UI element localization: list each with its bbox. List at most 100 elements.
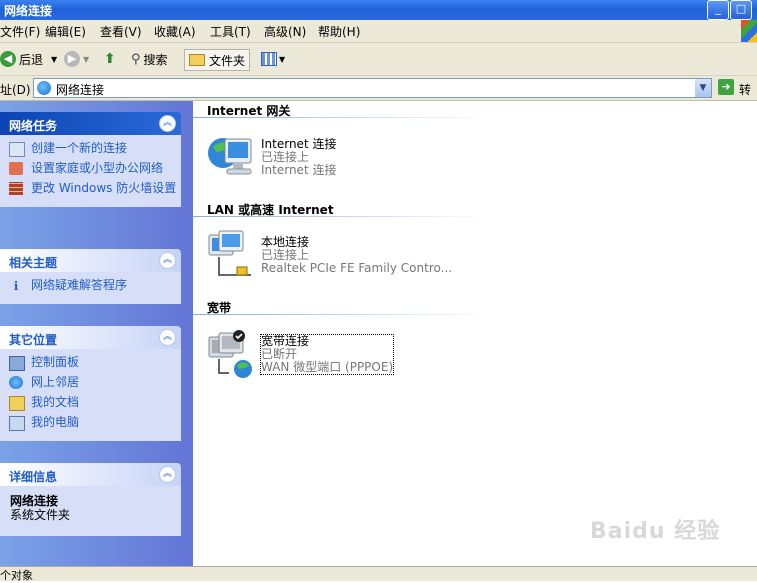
network-tasks-title: 网络任务: [9, 119, 58, 133]
network-tasks-panel: 网络任务 ︽ 创建一个新的连接 设置家庭或小型办公网络 更改 Windows 防…: [0, 112, 181, 207]
back-arrow-icon: ◀: [0, 51, 16, 67]
network-places-link[interactable]: 网上邻居: [0, 375, 181, 390]
address-label: 址(D): [0, 83, 31, 97]
title-bar: 网络连接 _ □: [0, 0, 757, 20]
forward-dropdown-icon[interactable]: ▼: [83, 55, 89, 64]
details-panel: 详细信息 ︽ 网络连接 系统文件夹: [0, 463, 181, 536]
views-dropdown-icon: ▼: [279, 54, 286, 64]
related-topics-header[interactable]: 相关主题 ︽: [0, 249, 181, 272]
status-bar: 个对象: [0, 566, 757, 582]
group-divider: [193, 216, 493, 217]
new-connection-icon: [9, 142, 25, 157]
address-dropdown-icon[interactable]: ▼: [695, 79, 711, 97]
details-header[interactable]: 详细信息 ︽: [0, 463, 181, 486]
menu-tools[interactable]: 工具(T): [210, 23, 251, 40]
back-label: 后退: [19, 52, 44, 67]
home-network-label: 设置家庭或小型办公网络: [31, 161, 164, 175]
content-pane: Internet 网关 Internet 连接 已连接上 Internet 连接…: [193, 101, 757, 566]
other-places-header[interactable]: 其它位置 ︽: [0, 326, 181, 349]
my-documents-link[interactable]: 我的文档: [0, 395, 181, 411]
other-places-title: 其它位置: [9, 333, 58, 347]
my-documents-icon: [9, 396, 25, 411]
related-topics-title: 相关主题: [9, 256, 58, 270]
back-dropdown-icon[interactable]: ▼: [51, 55, 57, 64]
home-network-icon: [9, 162, 23, 175]
go-arrow-icon[interactable]: ➔: [718, 79, 734, 95]
menu-view[interactable]: 查看(V): [100, 23, 142, 40]
forward-button[interactable]: ▶ ▼: [64, 49, 89, 69]
my-computer-link[interactable]: 我的电脑: [0, 415, 181, 431]
menu-help[interactable]: 帮助(H): [318, 23, 360, 40]
troubleshooter-link[interactable]: ℹ 网络疑难解答程序: [0, 278, 181, 293]
collapse-chevron-icon[interactable]: ︽: [159, 466, 176, 483]
group-divider: [193, 314, 493, 315]
status-text: 个对象: [0, 569, 33, 582]
address-value: 网络连接: [56, 83, 105, 97]
menu-favorites[interactable]: 收藏(A): [154, 23, 196, 40]
my-computer-icon: [9, 416, 25, 431]
other-places-panel: 其它位置 ︽ 控制面板 网上邻居 我的文档 我的电脑: [0, 326, 181, 441]
network-places-icon: [9, 376, 23, 389]
search-button[interactable]: ⚲ 搜索: [131, 49, 168, 69]
create-connection-link[interactable]: 创建一个新的连接: [0, 141, 181, 157]
folders-label: 文件夹: [209, 53, 246, 68]
control-panel-label: 控制面板: [31, 355, 80, 369]
details-name: 网络连接: [10, 494, 59, 508]
connection-device: Realtek PCIe FE Family Contro...: [261, 261, 453, 275]
lan-connection-icon[interactable]: [207, 229, 255, 281]
firewall-settings-label: 更改 Windows 防火墙设置: [31, 181, 177, 195]
network-connections-icon: [37, 81, 51, 95]
internet-connection-item[interactable]: Internet 连接 已连接上 Internet 连接: [261, 138, 336, 177]
other-places-body: 控制面板 网上邻居 我的文档 我的电脑: [0, 349, 181, 441]
firewall-icon: [9, 182, 23, 195]
menu-file[interactable]: 文件(F): [0, 23, 40, 40]
back-button[interactable]: ◀ 后退 ▼: [0, 49, 57, 69]
folder-up-icon: ⬆: [104, 51, 116, 67]
toolbar: ◀ 后退 ▼ ▶ ▼ ⬆ ⚲ 搜索 文件夹 ▼: [0, 43, 757, 76]
views-icon: [261, 52, 277, 66]
window-title: 网络连接: [4, 4, 53, 18]
broadband-connection-icon[interactable]: [207, 329, 255, 381]
address-input[interactable]: 网络连接 ▼: [33, 78, 712, 98]
related-topics-panel: 相关主题 ︽ ℹ 网络疑难解答程序: [0, 249, 181, 304]
forward-arrow-icon: ▶: [64, 51, 80, 67]
collapse-chevron-icon[interactable]: ︽: [159, 115, 176, 132]
windows-logo-icon: [741, 20, 757, 42]
create-connection-label: 创建一个新的连接: [31, 141, 128, 155]
search-label: 搜索: [143, 52, 168, 67]
up-button[interactable]: ⬆: [104, 49, 116, 69]
info-icon: ℹ: [13, 279, 19, 293]
search-icon: ⚲: [131, 51, 141, 67]
network-places-label: 网上邻居: [31, 375, 80, 389]
folder-icon: [189, 54, 205, 66]
menu-advanced[interactable]: 高级(N): [264, 23, 306, 40]
my-computer-label: 我的电脑: [31, 415, 80, 429]
views-button[interactable]: ▼: [261, 49, 285, 69]
details-body: 网络连接 系统文件夹: [0, 486, 181, 536]
network-tasks-body: 创建一个新的连接 设置家庭或小型办公网络 更改 Windows 防火墙设置: [0, 135, 181, 207]
broadband-connection-item[interactable]: 宽带连接 已断开 WAN 微型端口 (PPPOE): [259, 334, 395, 375]
related-topics-body: ℹ 网络疑难解答程序: [0, 272, 181, 304]
group-divider: [193, 117, 493, 118]
local-connection-item[interactable]: 本地连接 已连接上 Realtek PCIe FE Family Contro.…: [261, 236, 452, 275]
control-panel-icon: [9, 356, 25, 371]
menu-edit[interactable]: 编辑(E): [45, 23, 86, 40]
network-tasks-header[interactable]: 网络任务 ︽: [0, 112, 181, 135]
details-type: 系统文件夹: [10, 508, 71, 522]
collapse-chevron-icon[interactable]: ︽: [159, 329, 176, 346]
watermark: Baidu 经验: [590, 519, 721, 544]
folders-button[interactable]: 文件夹: [184, 49, 251, 71]
home-network-link[interactable]: 设置家庭或小型办公网络: [0, 161, 181, 176]
collapse-chevron-icon[interactable]: ︽: [159, 252, 176, 269]
minimize-button[interactable]: _: [707, 0, 729, 20]
control-panel-link[interactable]: 控制面板: [0, 355, 181, 371]
maximize-button[interactable]: □: [730, 0, 752, 20]
troubleshooter-label: 网络疑难解答程序: [31, 278, 128, 292]
internet-gateway-icon[interactable]: [207, 131, 255, 181]
my-documents-label: 我的文档: [31, 395, 80, 409]
menu-bar: 文件(F) 编辑(E) 查看(V) 收藏(A) 工具(T) 高级(N) 帮助(H…: [0, 20, 757, 43]
details-title: 详细信息: [9, 470, 58, 484]
address-bar: 址(D) 网络连接 ▼ ➔ 转到: [0, 76, 757, 114]
firewall-settings-link[interactable]: 更改 Windows 防火墙设置: [0, 181, 181, 196]
task-pane: 网络任务 ︽ 创建一个新的连接 设置家庭或小型办公网络 更改 Windows 防…: [0, 101, 193, 566]
